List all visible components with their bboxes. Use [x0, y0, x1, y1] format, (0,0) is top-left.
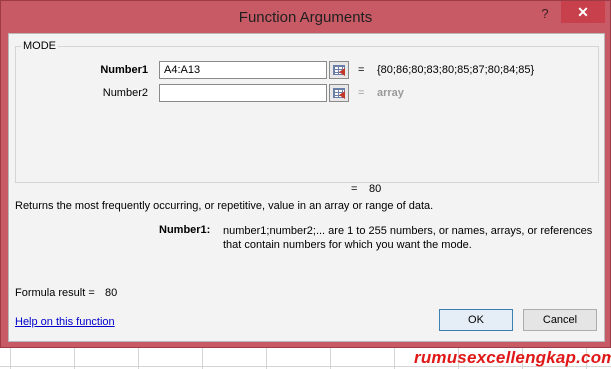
number1-label: Number1: [100, 64, 148, 76]
number1-equals: =: [358, 64, 365, 76]
formula-result-label: Formula result =: [15, 287, 95, 299]
help-on-function-link[interactable]: Help on this function: [15, 316, 115, 328]
argument-help-label: Number1:: [159, 224, 211, 236]
help-icon[interactable]: ?: [534, 5, 556, 23]
close-icon[interactable]: ✕: [561, 1, 605, 23]
number2-collapse-button[interactable]: [329, 84, 349, 102]
collapse-arrow-icon: [339, 91, 345, 99]
cancel-button[interactable]: Cancel: [523, 309, 597, 331]
ok-button[interactable]: OK: [439, 309, 513, 331]
result-value: 80: [369, 183, 382, 195]
dialog-body: MODE Number1 = {80;86;80;83;80;85;87;80;…: [8, 33, 605, 342]
dialog-title: Function Arguments: [238, 9, 373, 26]
number1-input[interactable]: [159, 61, 327, 79]
number2-label: Number2: [102, 87, 148, 99]
number2-input[interactable]: [159, 84, 327, 102]
result-equals: =: [351, 183, 358, 195]
collapse-arrow-icon: [339, 68, 345, 76]
function-arguments-dialog: Function Arguments ? ✕ MODE Number1 = {8…: [0, 0, 611, 348]
formula-result-value: 80: [105, 287, 118, 299]
arguments-group: MODE Number1 = {80;86;80;83;80;85;87;80;…: [15, 40, 599, 183]
argument-help-text: number1;number2;... are 1 to 255 numbers…: [223, 225, 593, 251]
title-bar[interactable]: Function Arguments ? ✕: [1, 1, 610, 33]
number2-evaluated-value: array: [377, 87, 404, 99]
number2-equals: =: [358, 87, 365, 99]
function-name: MODE: [21, 40, 58, 52]
watermark: rumusexcellengkap.com: [414, 348, 611, 367]
function-description: Returns the most frequently occurring, o…: [15, 200, 434, 212]
number1-evaluated-value: {80;86;80;83;80;85;87;80;84;85}: [377, 64, 535, 76]
number1-collapse-button[interactable]: [329, 61, 349, 79]
